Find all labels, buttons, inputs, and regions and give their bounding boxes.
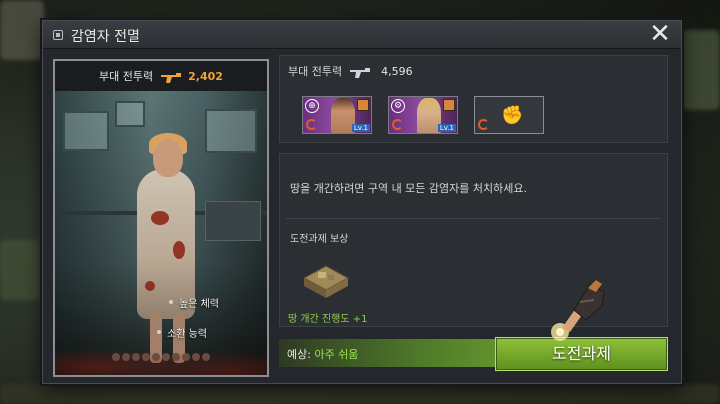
close-button[interactable]: ✕: [649, 21, 671, 47]
menu-icon: [53, 30, 63, 40]
land-plot-icon[interactable]: [302, 264, 350, 300]
team-power: 부대 전투력 4,596: [288, 63, 413, 79]
tutorial-hand-icon: [551, 280, 605, 341]
enemy-power-label: 부대 전투력: [99, 70, 154, 83]
gun-icon: [349, 68, 370, 78]
dialog-title: 감염자 전멸: [71, 29, 140, 45]
refresh-icon: [478, 119, 489, 130]
divider: [286, 218, 661, 219]
background-scenery: [0, 0, 44, 60]
team-power-value: 4,596: [381, 65, 413, 78]
team-power-label: 부대 전투력: [288, 65, 343, 78]
mission-description: 땅을 개간하려면 구역 내 모든 감염자를 처치하세요.: [290, 182, 527, 195]
background-scenery: [0, 384, 720, 404]
trait-high-hp: 높은 체력: [169, 295, 219, 310]
background-scenery: [0, 240, 40, 300]
forecast-prefix: 예상:: [287, 348, 315, 361]
reward-label: 땅 개간 진행도 +1: [288, 314, 368, 325]
trait-summon: 소환 능력: [157, 325, 207, 340]
refresh-icon: [392, 119, 403, 130]
enemy-card: 부대 전투력 2,402 높은 체력 소환 능력: [53, 59, 269, 377]
forecast-value: 아주 쉬움: [314, 348, 359, 361]
rank-badge: [443, 99, 455, 111]
gun-icon: [160, 73, 181, 83]
background-scenery: [682, 30, 720, 110]
fist-icon: ✊: [501, 105, 524, 126]
hero-slot-1[interactable]: ⊕ Lv.1: [302, 96, 372, 134]
hero-slot-empty[interactable]: ✊: [474, 96, 544, 134]
enemy-power-value: 2,402: [188, 70, 223, 83]
rank-badge: [357, 99, 369, 111]
shield-gear-icon: ⚙: [391, 99, 405, 113]
enemy-power: 부대 전투력 2,402: [55, 68, 267, 88]
challenge-button[interactable]: 도전과제: [495, 337, 668, 371]
zombie-scene: 높은 체력 소환 능력: [55, 91, 267, 375]
page-indicator: [55, 353, 267, 361]
hero-level: Lv.1: [437, 124, 456, 132]
team-panel: 부대 전투력 4,596 ⊕ Lv.1 ⚙ Lv.1 ✊: [279, 55, 668, 143]
crosshair-icon: ⊕: [305, 99, 319, 113]
hero-slot-2[interactable]: ⚙ Lv.1: [388, 96, 458, 134]
refresh-icon: [306, 119, 317, 130]
title-bar: 감염자 전멸 ✕: [43, 21, 681, 49]
reward-title: 도전과제 보상: [290, 234, 349, 245]
hero-level: Lv.1: [351, 124, 370, 132]
footer-bar: 예상: 아주 쉬움 도전과제: [279, 337, 668, 371]
mission-info-panel: 땅을 개간하려면 구역 내 모든 감염자를 처치하세요. 도전과제 보상 땅 개…: [279, 153, 668, 327]
